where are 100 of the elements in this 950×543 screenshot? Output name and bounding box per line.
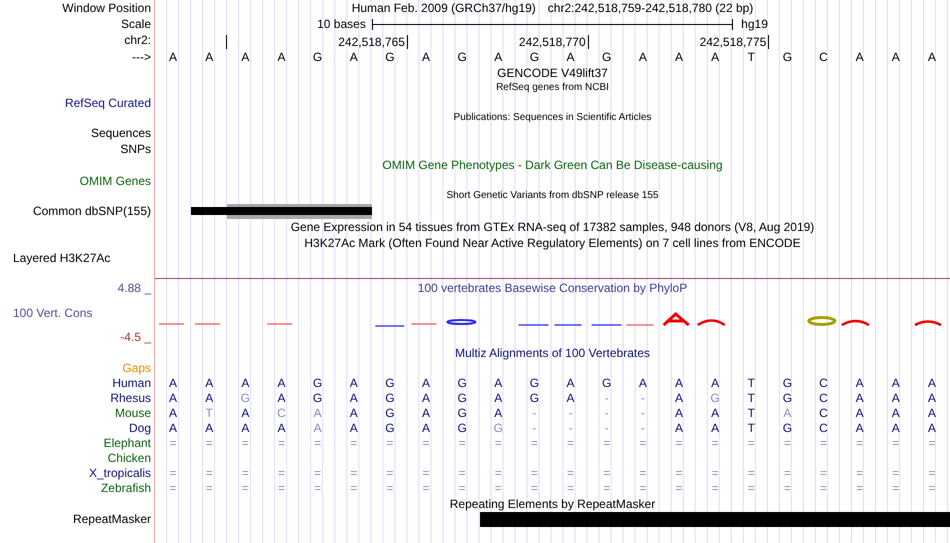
base-letter: G (528, 50, 540, 64)
track-label: Sequences (90, 126, 151, 140)
base-letter: A (890, 421, 901, 436)
base-letter: - (604, 421, 610, 436)
track-label: X_tropicalis (88, 466, 151, 481)
base-letter: A (276, 391, 286, 406)
base-letter: T (746, 391, 756, 406)
base-letter: = (782, 466, 792, 481)
base-letter: = (819, 481, 828, 496)
base-letter: A (204, 421, 214, 436)
base-letter: = (240, 436, 250, 451)
base-letter: T (746, 406, 756, 421)
base-letter: A (276, 50, 286, 64)
tick-mark (768, 34, 770, 48)
base-letter: G (240, 391, 251, 406)
base-letter: - (568, 406, 574, 421)
track-label: 100 Vert. Cons (12, 306, 92, 321)
base-letter: A (890, 406, 901, 421)
base-letter: A (348, 391, 359, 406)
base-letter: A (710, 406, 720, 421)
tick-mark (226, 34, 228, 48)
base-letter: A (168, 391, 178, 406)
base-letter: = (494, 481, 503, 496)
base-letter: A (854, 376, 865, 391)
base-letter: C (818, 376, 829, 391)
base-letter: C (818, 421, 829, 436)
base-letter: = (422, 481, 431, 496)
track-title: Publications: Sequences in Scientific Articles (452, 111, 652, 125)
base-letter: A (638, 50, 648, 64)
base-letter: A (638, 376, 648, 391)
base-letter: A (674, 376, 684, 391)
base-letter: = (855, 436, 864, 451)
base-letter: G (312, 376, 324, 391)
base-letter: A (421, 50, 432, 64)
base-letter: A (854, 391, 865, 406)
base-letter: A (926, 50, 937, 64)
base-letter: = (855, 481, 864, 496)
base-letter: A (312, 421, 323, 436)
base-letter: T (746, 50, 756, 64)
base-letter: = (168, 436, 178, 451)
base-letter: C (818, 391, 829, 406)
ruler-label: 242,518,765 (338, 36, 405, 48)
base-letter: = (494, 466, 503, 481)
base-letter: = (927, 481, 936, 496)
base-letter: A (566, 50, 576, 64)
track-label: Window Position (62, 0, 151, 16)
base-letter: = (891, 466, 900, 481)
base-letter: = (204, 481, 214, 496)
base-letter: = (638, 436, 648, 451)
base-letter: A (926, 406, 937, 421)
base-letter: A (348, 406, 359, 421)
base-letter: A (240, 50, 250, 64)
base-letter: = (710, 436, 720, 451)
base-letter: A (168, 406, 178, 421)
base-letter: = (422, 436, 431, 451)
base-letter: = (276, 481, 286, 496)
base-letter: = (674, 466, 684, 481)
base-letter: A (493, 376, 504, 391)
base-letter: A (493, 391, 504, 406)
base-letter: G (492, 421, 504, 436)
base-letter: A (926, 376, 937, 391)
base-letter: - (640, 406, 646, 421)
base-letter: = (566, 436, 576, 451)
base-letter: A (276, 421, 286, 436)
base-letter: A (854, 406, 865, 421)
base-letter: T (746, 376, 756, 391)
base-letter: = (602, 436, 612, 451)
base-letter: = (819, 436, 828, 451)
base-letter: = (494, 436, 503, 451)
scale-length: 10 bases (316, 17, 367, 31)
base-letter: A (674, 391, 684, 406)
base-letter: A (421, 391, 432, 406)
base-letter: = (422, 466, 431, 481)
track-label: Chicken (108, 451, 151, 466)
base-letter: G (601, 50, 612, 64)
base-letter: A (710, 376, 720, 391)
base-letter: = (530, 466, 539, 481)
base-letter: A (421, 406, 432, 421)
assembly-code: hg19 (740, 17, 769, 31)
base-letter: = (168, 466, 178, 481)
track-label: Scale (120, 16, 151, 32)
base-letter: = (204, 436, 214, 451)
base-letter: A (566, 376, 576, 391)
base-letter: = (891, 481, 900, 496)
base-letter: A (926, 391, 937, 406)
track-title: H3K27Ac Mark (Often Found Near Active Regulatory Elements) on 7 cell lines from ENCODE (303, 236, 802, 250)
track-label: ---> (132, 50, 151, 64)
base-letter: = (168, 481, 178, 496)
base-letter: = (566, 481, 576, 496)
base-letter: A (204, 391, 214, 406)
base-letter: G (601, 376, 612, 391)
base-letter: = (385, 481, 394, 496)
base-letter: = (746, 466, 756, 481)
base-letter: G (312, 50, 324, 64)
base-letter: A (890, 50, 901, 64)
base-letter: A (421, 376, 432, 391)
track-title: Repeating Elements by RepeatMasker (448, 496, 656, 512)
base-letter: = (385, 436, 394, 451)
base-letter: = (782, 481, 792, 496)
base-letter: A (782, 406, 792, 421)
